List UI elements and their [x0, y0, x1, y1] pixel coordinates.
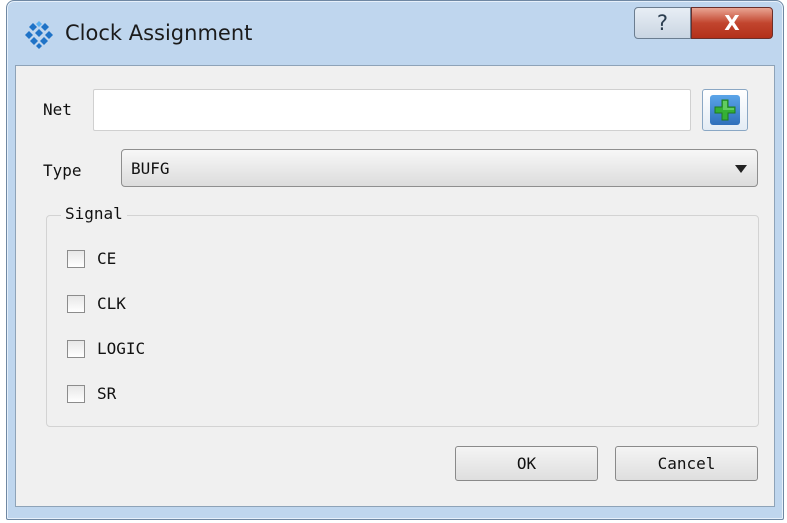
cancel-button[interactable]: Cancel	[615, 446, 758, 481]
green-plus-icon	[714, 99, 736, 121]
close-icon: X	[724, 11, 740, 35]
type-dropdown[interactable]: BUFG	[121, 149, 758, 187]
sr-checkbox[interactable]	[67, 384, 85, 403]
type-selected-value: BUFG	[131, 159, 170, 178]
net-label: Net	[43, 100, 72, 119]
help-button[interactable]: ?	[634, 7, 691, 39]
signal-group-title: Signal	[61, 204, 127, 223]
checkbox-row-logic[interactable]: LOGIC	[67, 339, 145, 358]
sr-label: SR	[97, 384, 117, 403]
title-bar[interactable]: Clock Assignment ? X	[7, 1, 783, 65]
checkbox-row-clk[interactable]: CLK	[67, 294, 126, 313]
clk-label: CLK	[97, 294, 126, 313]
ok-button[interactable]: OK	[455, 446, 598, 481]
signal-groupbox: Signal CE CLK LOGIC SR	[46, 204, 759, 427]
help-icon: ?	[656, 11, 669, 35]
add-net-button[interactable]	[702, 89, 748, 131]
net-input[interactable]	[93, 89, 691, 131]
close-button[interactable]: X	[691, 7, 773, 39]
ce-label: CE	[97, 249, 117, 268]
type-label: Type	[43, 161, 82, 180]
app-logo-icon	[25, 21, 53, 49]
chevron-down-icon	[735, 165, 747, 173]
window-title: Clock Assignment	[65, 21, 253, 45]
dialog-window: Clock Assignment ? X Net Type BUFG Signa…	[6, 0, 784, 520]
checkbox-row-sr[interactable]: SR	[67, 384, 116, 403]
ce-checkbox[interactable]	[67, 249, 85, 268]
logic-label: LOGIC	[97, 339, 146, 358]
logic-checkbox[interactable]	[67, 339, 85, 358]
dialog-body: Net Type BUFG Signal CE CLK LOGIC SR OK …	[15, 65, 775, 507]
checkbox-row-ce[interactable]: CE	[67, 249, 116, 268]
add-icon-frame	[710, 95, 740, 125]
clk-checkbox[interactable]	[67, 294, 85, 313]
